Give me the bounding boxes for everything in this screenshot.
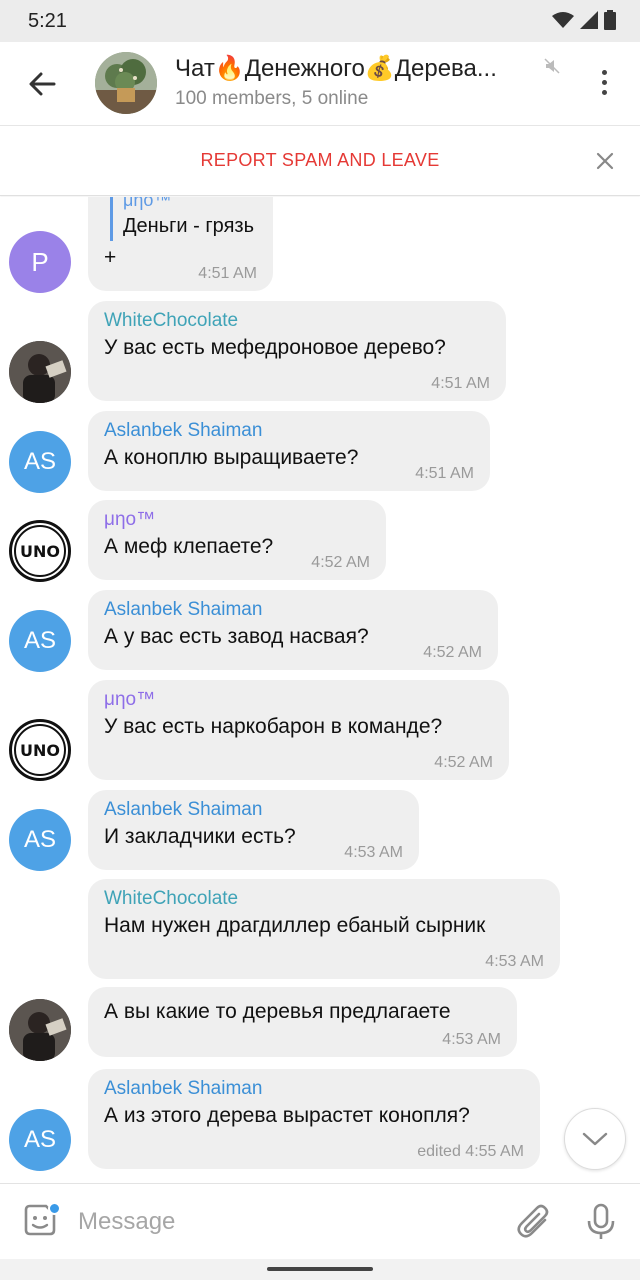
message-time: edited 4:55 AM (417, 1143, 524, 1160)
sticker-button[interactable] (22, 1202, 62, 1242)
avatar[interactable]: P (9, 231, 71, 293)
message-sender[interactable]: Aslanbek Shaiman (104, 1077, 524, 1101)
message-bubble[interactable]: А вы какие то деревья предлагаете 4:53 A… (88, 987, 517, 1057)
reply-text: Деньги - грязь (123, 215, 254, 237)
avatar[interactable]: UNO (9, 520, 71, 582)
message-bubble[interactable]: μηο™ У вас есть наркобарон в команде? 4:… (88, 680, 509, 780)
arrow-back-icon (29, 72, 56, 96)
message-text: У вас есть наркобарон в команде? (104, 715, 443, 738)
scroll-to-bottom-button[interactable] (564, 1108, 626, 1170)
message-bubble[interactable]: WhiteChocolate У вас есть мефедроновое д… (88, 301, 506, 401)
chat-subtitle: 100 members, 5 online (175, 88, 369, 109)
message-time: 4:51 AM (431, 375, 490, 392)
message-text: Нам нужен драгдиллер ебаный сырник (104, 914, 486, 937)
user-photo (9, 999, 71, 1061)
sticker-notification-dot (48, 1202, 61, 1215)
avatar-initials: P (31, 246, 49, 277)
avatar-initials: AS (23, 826, 56, 853)
back-button[interactable] (22, 64, 62, 104)
message-bubble[interactable]: Aslanbek Shaiman А у вас есть завод насв… (88, 590, 498, 670)
uno-logo-text: UNO (20, 542, 60, 561)
message-input[interactable] (78, 1204, 478, 1240)
message-time: 4:52 AM (434, 754, 493, 771)
attach-button[interactable] (515, 1202, 553, 1242)
message-time: 4:52 AM (311, 554, 370, 571)
message-list[interactable]: P μηο™ Деньги - грязь + 4:51 AM WhiteCho… (0, 197, 640, 1183)
message-bubble[interactable]: Aslanbek Shaiman И закладчики есть? 4:53… (88, 790, 419, 870)
wifi-icon (552, 12, 574, 28)
report-spam-bar: REPORT SPAM AND LEAVE (0, 126, 640, 196)
message-sender[interactable]: Aslanbek Shaiman (104, 798, 403, 822)
avatar[interactable]: AS (9, 1109, 71, 1171)
message-time: 4:53 AM (442, 1031, 501, 1048)
message-sender[interactable]: WhiteChocolate (104, 309, 490, 333)
message-sender[interactable]: Aslanbek Shaiman (104, 598, 482, 622)
paperclip-icon (517, 1204, 549, 1238)
group-photo (95, 52, 157, 114)
more-vert-icon (601, 69, 607, 75)
chat-title[interactable]: Чат🔥Денежного💰Дерева... (175, 54, 535, 83)
avatar-initials: AS (23, 1126, 56, 1153)
message-time: 4:51 AM (198, 265, 257, 282)
uno-logo: UNO (14, 724, 66, 776)
message-bubble[interactable]: μηο™ Деньги - грязь + 4:51 AM (88, 197, 273, 291)
voice-record-button[interactable] (584, 1202, 618, 1242)
avatar-initials: AS (23, 448, 56, 475)
close-icon (596, 152, 614, 170)
more-options-button[interactable] (590, 62, 618, 102)
close-spam-bar-button[interactable] (590, 146, 620, 176)
report-spam-button[interactable]: REPORT SPAM AND LEAVE (0, 150, 640, 171)
avatar[interactable]: AS (9, 809, 71, 871)
message-time: 4:53 AM (344, 844, 403, 861)
reply-sender: μηο™ (123, 197, 172, 210)
chevron-down-icon (582, 1132, 608, 1146)
avatar-initials: AS (23, 627, 56, 654)
message-sender[interactable]: μηο™ (104, 508, 370, 532)
message-time: 4:53 AM (485, 953, 544, 970)
group-avatar[interactable] (95, 52, 157, 114)
mute-icon (544, 58, 560, 79)
avatar[interactable]: AS (9, 431, 71, 493)
uno-logo-text: UNO (20, 741, 60, 760)
user-photo (9, 341, 71, 403)
avatar[interactable]: UNO (9, 719, 71, 781)
system-nav-bar (0, 1259, 640, 1280)
status-icons (552, 10, 616, 30)
message-sender[interactable]: Aslanbek Shaiman (104, 419, 474, 443)
message-input-bar (0, 1183, 640, 1259)
chat-header: Чат🔥Денежного💰Дерева... 100 members, 5 o… (0, 42, 640, 126)
microphone-icon (587, 1203, 615, 1239)
avatar[interactable] (9, 341, 71, 403)
message-text: А из этого дерева вырастет конопля? (104, 1104, 470, 1127)
message-time: 4:52 AM (423, 644, 482, 661)
signal-icon (580, 11, 598, 29)
home-handle[interactable] (267, 1267, 373, 1271)
message-text: А вы какие то деревья предлагаете (104, 1000, 451, 1023)
status-bar: 5:21 (0, 0, 640, 42)
message-bubble[interactable]: Aslanbek Shaiman А из этого дерева вырас… (88, 1069, 540, 1169)
avatar[interactable] (9, 999, 71, 1061)
message-sender[interactable]: μηο™ (104, 688, 493, 712)
message-text: У вас есть мефедроновое дерево? (104, 336, 446, 359)
message-bubble[interactable]: WhiteChocolate Нам нужен драгдиллер ебан… (88, 879, 560, 979)
message-bubble[interactable]: Aslanbek Shaiman А коноплю выращиваете? … (88, 411, 490, 491)
reply-quote[interactable]: μηο™ Деньги - грязь (110, 197, 257, 241)
avatar[interactable]: AS (9, 610, 71, 672)
uno-logo: UNO (14, 525, 66, 577)
message-sender[interactable]: WhiteChocolate (104, 887, 544, 911)
message-bubble[interactable]: μηο™ А меф клепаете? 4:52 AM (88, 500, 386, 580)
battery-icon (604, 10, 616, 30)
status-time: 5:21 (28, 10, 67, 32)
message-time: 4:51 AM (415, 465, 474, 482)
